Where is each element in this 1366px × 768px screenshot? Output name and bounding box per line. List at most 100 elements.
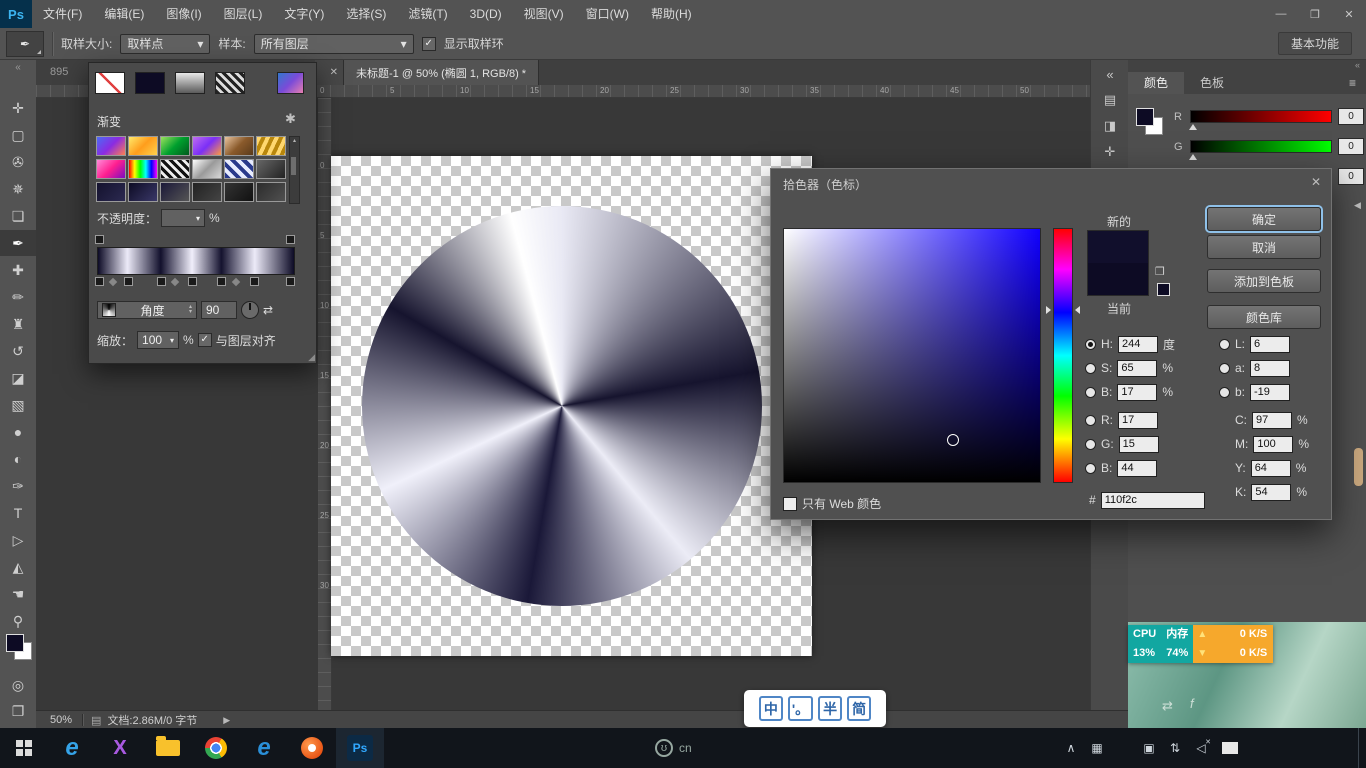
menu-edit[interactable]: 编辑(E): [93, 0, 155, 28]
toolbar-collapse-icon[interactable]: «: [0, 62, 36, 73]
menu-filter[interactable]: 滤镜(T): [397, 0, 458, 28]
hue-slider[interactable]: [1053, 228, 1073, 483]
quick-selection-tool[interactable]: ✵: [0, 176, 36, 202]
ellipse-angle-gradient[interactable]: [362, 206, 762, 606]
foreground-color-swatch[interactable]: [6, 634, 24, 652]
resize-grip[interactable]: ◢: [308, 352, 315, 363]
reverse-icon[interactable]: ⇄: [263, 303, 273, 317]
gradient-style-dropdown[interactable]: 角度 ▴ ▾: [97, 301, 197, 319]
hidden-document-tab[interactable]: ✕: [315, 60, 344, 85]
eraser-tool[interactable]: ◪: [0, 365, 36, 391]
pen-tool[interactable]: ✑: [0, 473, 36, 499]
fill-pattern-button[interactable]: [215, 72, 245, 94]
opacity-stop[interactable]: [286, 235, 295, 244]
fill-gradient-button[interactable]: [175, 72, 205, 94]
color-field-marker[interactable]: [947, 434, 959, 446]
tab-color[interactable]: 颜色: [1128, 72, 1184, 94]
gradient-preset[interactable]: [192, 159, 222, 179]
sample-dropdown[interactable]: 所有图层 ▾: [254, 34, 414, 54]
red-input[interactable]: [1118, 412, 1158, 429]
show-ring-checkbox[interactable]: ✓: [422, 37, 436, 51]
color-libraries-button[interactable]: 颜色库: [1207, 305, 1321, 329]
taskbar-x-app[interactable]: X: [96, 728, 144, 768]
brush-tool[interactable]: ✏: [0, 284, 36, 310]
move-tool[interactable]: ✛: [0, 95, 36, 121]
ime-charset-button[interactable]: 简: [847, 696, 871, 721]
green-input[interactable]: [1119, 436, 1159, 453]
tray-expand-icon[interactable]: ∧: [1058, 728, 1084, 768]
magenta-input[interactable]: [1253, 436, 1293, 453]
gradient-preset[interactable]: [96, 159, 126, 179]
menu-window[interactable]: 窗口(W): [575, 0, 640, 28]
restore-button[interactable]: ❐: [1298, 0, 1332, 28]
taskbar-browser[interactable]: e: [240, 728, 288, 768]
saturation-brightness-field[interactable]: [783, 228, 1041, 483]
panel-dock-header[interactable]: «: [1128, 60, 1366, 72]
opacity-stop[interactable]: [95, 235, 104, 244]
brightness-input[interactable]: [1117, 384, 1157, 401]
lab-l-radio[interactable]: [1219, 339, 1230, 350]
saturation-input[interactable]: [1117, 360, 1157, 377]
overlay-link-icon[interactable]: ⇄: [1162, 698, 1173, 714]
gradient-preset[interactable]: [96, 136, 126, 156]
menu-image[interactable]: 图像(I): [155, 0, 212, 28]
ok-button[interactable]: 确定: [1207, 207, 1321, 231]
color-stop[interactable]: [217, 277, 226, 286]
gradient-preview-swatch[interactable]: [277, 72, 304, 94]
gradient-preset[interactable]: [96, 182, 126, 202]
angle-dial[interactable]: [241, 301, 259, 319]
collapse-dock-icon[interactable]: ◀: [1354, 200, 1361, 211]
menu-file[interactable]: 文件(F): [32, 0, 93, 28]
color-stop[interactable]: [250, 277, 259, 286]
green-slider[interactable]: [1190, 140, 1332, 153]
history-brush-tool[interactable]: ↺: [0, 338, 36, 364]
foreground-color-swatch[interactable]: [1136, 108, 1154, 126]
tab-close-icon[interactable]: ✕: [330, 67, 338, 78]
blue-input[interactable]: [1117, 460, 1157, 477]
spinner-icons[interactable]: ▴ ▾: [189, 305, 192, 315]
path-selection-tool[interactable]: ▷: [0, 527, 36, 553]
web-safe-icon[interactable]: [1157, 283, 1170, 296]
add-to-swatches-button[interactable]: 添加到色板: [1207, 269, 1321, 293]
taskbar-red-app[interactable]: [288, 728, 336, 768]
menu-view[interactable]: 视图(V): [513, 0, 575, 28]
taskbar-photoshop[interactable]: Ps: [336, 728, 384, 768]
clone-stamp-tool[interactable]: ♜: [0, 311, 36, 337]
gradient-editor-bar[interactable]: [97, 247, 295, 275]
marquee-tool[interactable]: ▢: [0, 122, 36, 148]
spinner-down-icon[interactable]: ▾: [189, 310, 192, 315]
hex-input[interactable]: [1101, 492, 1205, 509]
dodge-tool[interactable]: ◐: [0, 446, 36, 472]
color-stop[interactable]: [124, 277, 133, 286]
lab-b-input[interactable]: [1250, 384, 1290, 401]
opacity-input[interactable]: ▾: [161, 209, 205, 227]
type-tool[interactable]: T: [0, 500, 36, 526]
tray-network-icon[interactable]: ⇅: [1162, 728, 1188, 768]
red-radio[interactable]: [1085, 415, 1096, 426]
current-color-swatch[interactable]: [1088, 263, 1148, 295]
blur-tool[interactable]: ●: [0, 419, 36, 445]
yellow-input[interactable]: [1251, 460, 1291, 477]
midpoint-marker[interactable]: [232, 278, 240, 286]
hue-marker-left-icon[interactable]: [1046, 306, 1051, 314]
midpoint-marker[interactable]: [171, 278, 179, 286]
lab-l-input[interactable]: [1250, 336, 1290, 353]
black-input[interactable]: [1251, 484, 1291, 501]
ime-width-button[interactable]: 半: [818, 696, 842, 721]
preset-scrollbar[interactable]: ▴: [289, 136, 300, 204]
scroll-up-icon[interactable]: ▴: [293, 138, 296, 144]
gear-icon[interactable]: ✱: [285, 111, 296, 127]
fill-none-button[interactable]: [95, 72, 125, 94]
cyan-input[interactable]: [1252, 412, 1292, 429]
foreground-background-colors[interactable]: [0, 632, 36, 666]
gamut-warning-icon[interactable]: ❒: [1155, 265, 1165, 278]
healing-brush-tool[interactable]: ✚: [0, 257, 36, 283]
minimize-button[interactable]: —: [1264, 0, 1298, 28]
zoom-tool[interactable]: ⚲: [0, 608, 36, 634]
close-button[interactable]: ✕: [1332, 0, 1366, 28]
show-desktop-button[interactable]: [1358, 728, 1366, 768]
fill-solid-button[interactable]: [135, 72, 165, 94]
tray-ime-indicator[interactable]: [1222, 742, 1238, 754]
gradient-preset[interactable]: [160, 182, 190, 202]
quick-mask-button[interactable]: ◎: [0, 672, 36, 698]
